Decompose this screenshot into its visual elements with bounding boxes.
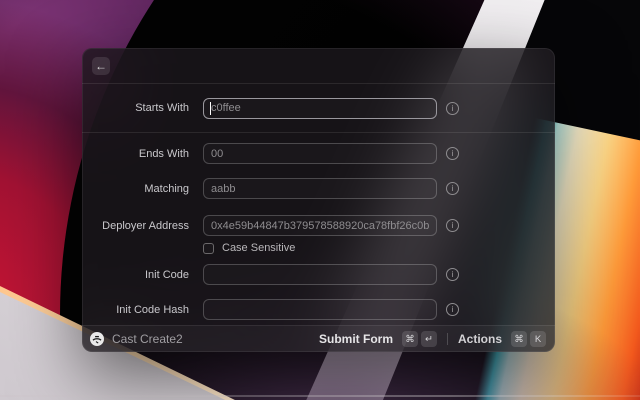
actions-button[interactable]: Actions ⌘ K bbox=[456, 329, 548, 349]
command-name: Cast Create2 bbox=[112, 332, 183, 346]
footer: Cast Create2 Submit Form ⌘ ↵ Actions ⌘ K bbox=[82, 325, 555, 352]
text-caret bbox=[210, 101, 211, 115]
case-sensitive-label: Case Sensitive bbox=[222, 242, 296, 254]
raycast-window: ← Starts With i Ends With i Matching bbox=[82, 48, 555, 352]
field-label: Ends With bbox=[138, 147, 189, 160]
info-icon[interactable]: i bbox=[446, 268, 459, 281]
field-label: Starts With bbox=[135, 102, 189, 114]
info-icon[interactable]: i bbox=[446, 147, 459, 160]
submit-form-button[interactable]: Submit Form ⌘ ↵ bbox=[317, 329, 439, 349]
deployer-address-input[interactable] bbox=[203, 215, 437, 236]
input-wrap bbox=[203, 178, 437, 199]
matching-input[interactable] bbox=[203, 178, 437, 199]
extension-icon bbox=[90, 332, 104, 346]
field-row-deployer-address: Deployer Address i bbox=[82, 215, 555, 236]
keycap-cmd-icon: ⌘ bbox=[401, 331, 418, 347]
input-wrap bbox=[203, 97, 437, 119]
field-section-starts-with: Starts With i bbox=[82, 84, 555, 132]
field-row-init-code-hash: Init Code Hash i bbox=[82, 299, 555, 320]
input-wrap bbox=[203, 264, 437, 285]
case-sensitive-checkbox[interactable] bbox=[203, 242, 214, 254]
footer-actions: Submit Form ⌘ ↵ Actions ⌘ K bbox=[317, 329, 548, 349]
submit-form-label: Submit Form bbox=[318, 332, 393, 346]
info-icon[interactable]: i bbox=[446, 219, 459, 232]
window-header: ← bbox=[82, 48, 555, 83]
case-sensitive-row: Case Sensitive bbox=[203, 242, 555, 254]
form-body: Ends With i Matching i Deployer Address … bbox=[82, 133, 555, 325]
field-label: Matching bbox=[144, 182, 189, 195]
info-icon[interactable]: i bbox=[446, 303, 459, 316]
info-icon[interactable]: i bbox=[446, 182, 459, 195]
ends-with-input[interactable] bbox=[203, 143, 437, 164]
back-arrow-icon: ← bbox=[95, 58, 107, 73]
field-row-matching: Matching i bbox=[82, 178, 555, 199]
actions-label: Actions bbox=[457, 332, 502, 346]
keycap-cmd-icon: ⌘ bbox=[511, 331, 527, 347]
field-label: Init Code Hash bbox=[116, 303, 189, 316]
starts-with-input[interactable] bbox=[203, 97, 437, 119]
input-wrap bbox=[203, 299, 437, 320]
init-code-input[interactable] bbox=[203, 264, 437, 285]
field-label: Init Code bbox=[144, 268, 189, 281]
field-label: Deployer Address bbox=[102, 219, 189, 232]
field-row-init-code: Init Code i bbox=[82, 264, 555, 285]
input-wrap bbox=[203, 143, 437, 164]
wallpaper-floor-line bbox=[0, 395, 640, 397]
init-code-hash-input[interactable] bbox=[203, 299, 437, 320]
field-row-ends-with: Ends With i bbox=[82, 143, 555, 164]
keycap-k-icon: K bbox=[530, 331, 546, 347]
info-icon[interactable]: i bbox=[446, 101, 459, 115]
footer-separator bbox=[446, 333, 448, 345]
keycap-return-icon: ↵ bbox=[420, 331, 437, 347]
back-button[interactable]: ← bbox=[92, 56, 110, 75]
field-row-starts-with: Starts With i bbox=[82, 97, 555, 119]
input-wrap bbox=[203, 215, 437, 236]
